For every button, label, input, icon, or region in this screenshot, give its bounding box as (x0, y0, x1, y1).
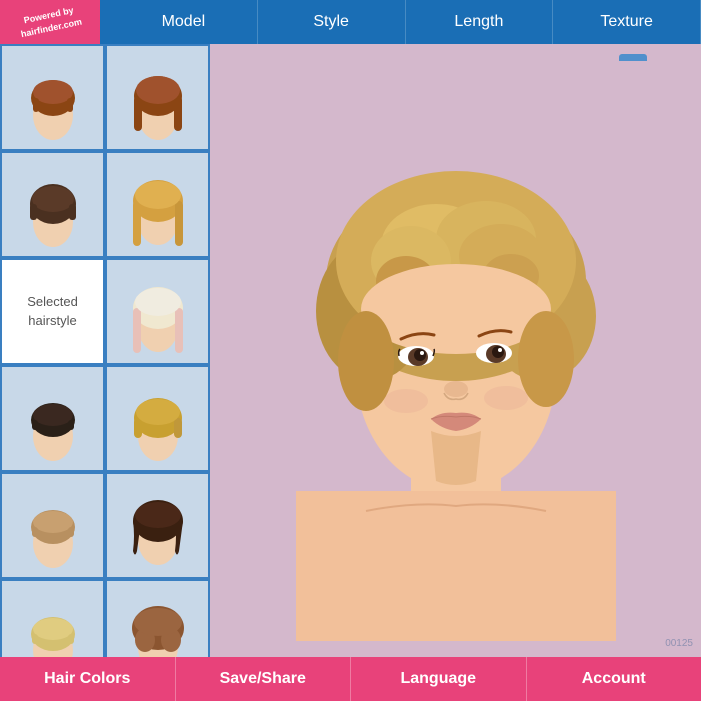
watermark: 00125 (665, 638, 693, 649)
tab-model[interactable]: Model (110, 0, 258, 44)
hairstyle-sidebar: Selectedhairstyle (0, 44, 210, 657)
hair-colors-button[interactable]: Hair Colors (0, 657, 176, 701)
top-nav: Powered by hairfinder.com Model Style Le… (0, 0, 701, 44)
hairstyle-item-10[interactable] (105, 472, 210, 579)
main-area: Selectedhairstyle (0, 44, 701, 657)
tab-length[interactable]: Length (406, 0, 554, 44)
model-svg (216, 61, 696, 641)
hairstyle-item-5-selected[interactable]: Selectedhairstyle (0, 258, 105, 365)
hairstyle-item-8[interactable] (105, 365, 210, 472)
selected-label: Selectedhairstyle (27, 293, 78, 329)
preview-area: ▲ ◀ Reset ▶ ▼ − + (210, 44, 701, 657)
tab-texture[interactable]: Texture (553, 0, 701, 44)
logo-ribbon: Powered by hairfinder.com (0, 0, 100, 44)
hairstyle-item-2[interactable] (105, 44, 210, 151)
save-share-button[interactable]: Save/Share (176, 657, 352, 701)
nav-tabs: Model Style Length Texture (110, 0, 701, 44)
hairstyle-item-11[interactable] (0, 579, 105, 657)
hairstyle-item-3[interactable] (0, 151, 105, 258)
hairstyle-item-9[interactable] (0, 472, 105, 579)
hairstyle-item-6[interactable] (105, 258, 210, 365)
model-preview (216, 61, 696, 641)
bottom-bar: Hair Colors Save/Share Language Account (0, 657, 701, 701)
language-button[interactable]: Language (351, 657, 527, 701)
hairstyle-item-7[interactable] (0, 365, 105, 472)
hairstyle-item-12[interactable] (105, 579, 210, 657)
account-button[interactable]: Account (527, 657, 701, 701)
hairstyle-item-1[interactable] (0, 44, 105, 151)
tab-style[interactable]: Style (258, 0, 406, 44)
hairstyle-item-4[interactable] (105, 151, 210, 258)
